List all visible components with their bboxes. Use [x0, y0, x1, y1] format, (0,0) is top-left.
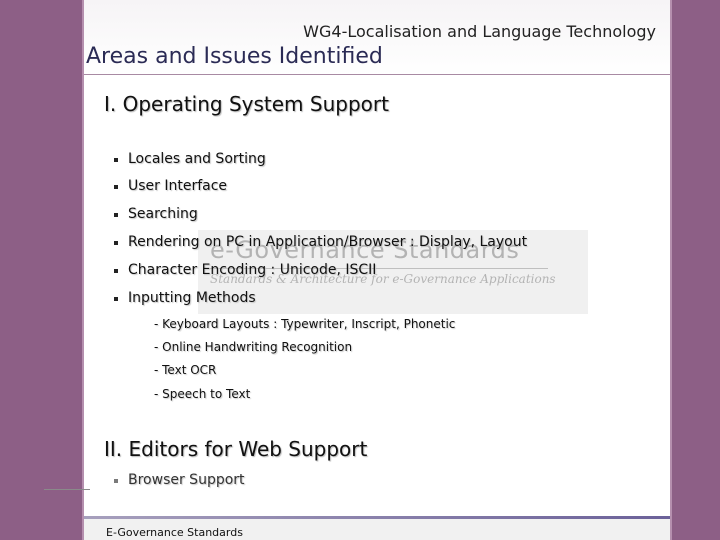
- sub-list-item: - Speech to Text: [154, 387, 251, 401]
- sub-list-item: - Online Handwriting Recognition: [154, 340, 353, 354]
- bullet-icon: [114, 241, 118, 245]
- bullet-text: Character Encoding : Unicode, ISCII: [128, 262, 377, 278]
- sub-list-item: - Keyboard Layouts : Typewriter, Inscrip…: [154, 317, 456, 331]
- bullet-text: Inputting Methods: [128, 290, 256, 306]
- section-heading-editors: II. Editors for Web Support: [104, 437, 368, 461]
- bullet-text: Locales and Sorting: [128, 151, 266, 167]
- decorative-rule: [44, 489, 90, 490]
- left-side-bar: [0, 0, 82, 540]
- section-heading-os-support: I. Operating System Support: [104, 92, 389, 116]
- right-side-bar: [672, 0, 720, 540]
- bullet-icon: [114, 213, 118, 217]
- header-title: WG4-Localisation and Language Technology: [303, 22, 656, 41]
- slide-title: Areas and Issues Identified: [86, 44, 383, 69]
- bullet-icon: [114, 479, 118, 483]
- footer-divider: [84, 516, 670, 519]
- right-side-bar-edge: [670, 0, 672, 540]
- bullet-text: User Interface: [128, 178, 228, 194]
- sub-list-item: - Text OCR: [154, 363, 217, 377]
- bullet-text: Browser Support: [128, 472, 245, 488]
- bullet-icon: [114, 269, 118, 273]
- bullet-icon: [114, 297, 118, 301]
- header-divider: [84, 74, 670, 75]
- bullet-icon: [114, 158, 118, 162]
- bullet-text: Rendering on PC in Application/Browser :…: [128, 234, 528, 250]
- footer-text: E-Governance Standards: [106, 526, 243, 539]
- bullet-text: Searching: [128, 206, 198, 222]
- bullet-icon: [114, 185, 118, 189]
- left-side-bar-edge: [82, 0, 84, 540]
